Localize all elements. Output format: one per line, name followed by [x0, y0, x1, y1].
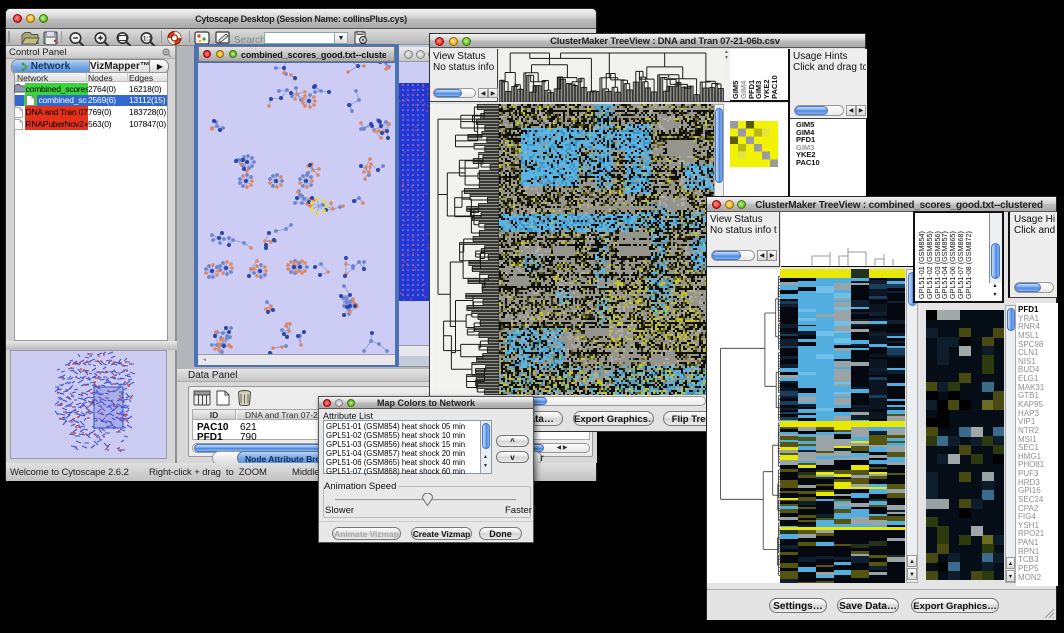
svg-text:1:1: 1:1 [143, 37, 152, 43]
